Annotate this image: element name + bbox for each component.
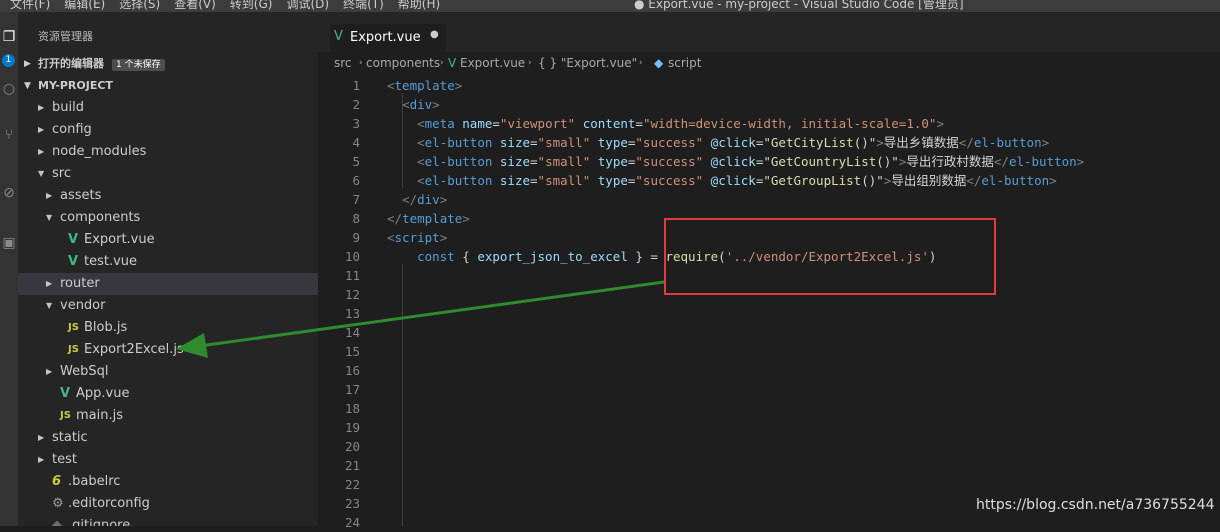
watermark: https://blog.csdn.net/a736755244 <box>976 497 1215 513</box>
annotation-arrow <box>176 280 665 358</box>
arrow-shaft <box>199 280 665 348</box>
arrow-head <box>176 333 208 358</box>
